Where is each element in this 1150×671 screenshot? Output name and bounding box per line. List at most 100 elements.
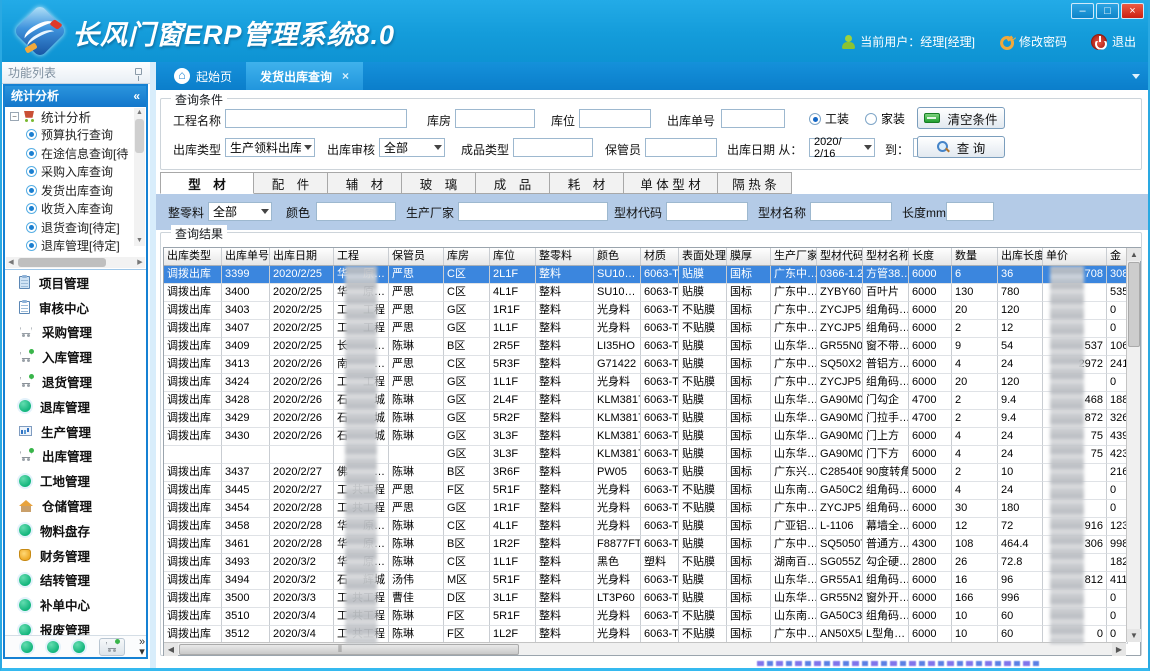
menu-item-退库管理[interactable]: 退库管理 bbox=[5, 394, 146, 419]
tree-item-4[interactable]: 发货出库查询 bbox=[5, 181, 146, 200]
menu-item-财务管理[interactable]: 财务管理 bbox=[5, 543, 146, 568]
material-tab-1[interactable]: 型 材 bbox=[160, 172, 254, 194]
hscroll-thumb[interactable] bbox=[179, 644, 519, 655]
location-input[interactable] bbox=[579, 109, 651, 128]
close-tab-icon[interactable]: × bbox=[342, 69, 349, 83]
radio-jiazhuang[interactable]: 家装 bbox=[865, 110, 905, 127]
material-tab-6[interactable]: 耗 材 bbox=[550, 172, 624, 194]
tree-vscroll-thumb[interactable] bbox=[135, 119, 144, 153]
date-from-select[interactable]: 2020/ 2/16 bbox=[809, 138, 875, 157]
scroll-left-icon[interactable]: ◀ bbox=[6, 257, 16, 268]
column-header[interactable]: 保管员 bbox=[389, 248, 444, 265]
menu-item-补单中心[interactable]: 补单中心 bbox=[5, 592, 146, 617]
minimize-button[interactable]: – bbox=[1071, 3, 1094, 19]
menu-item-报废管理[interactable]: 报废管理 bbox=[5, 617, 146, 635]
out-type-select[interactable]: 生产领料出库 bbox=[225, 138, 315, 157]
table-row[interactable]: 调拨出库34092020/2/25长…陈琳B区2R5F整料LI35HO6063-… bbox=[164, 338, 1128, 356]
search-button[interactable]: 查 询 bbox=[917, 136, 1005, 158]
scroll-down-icon[interactable]: ▼ bbox=[134, 236, 145, 246]
menu-item-工地管理[interactable]: 工地管理 bbox=[5, 468, 146, 493]
maximize-button[interactable]: □ bbox=[1096, 3, 1119, 19]
table-row[interactable]: 调拨出库35102020/3/4工共工程陈琳F区5R1F整料光身料6063-T5… bbox=[164, 608, 1128, 626]
column-header[interactable]: 出库单号 bbox=[222, 248, 270, 265]
table-row[interactable]: 调拨出库33992020/2/25华原…严思C区2L1F整料SU10…6063-… bbox=[164, 266, 1128, 284]
table-row[interactable]: 调拨出库34282020/2/26石城陈琳G区2L4F整料KLM38176063… bbox=[164, 392, 1128, 410]
scroll-up-icon[interactable]: ▲ bbox=[134, 108, 145, 118]
column-header[interactable]: 出库类型 bbox=[164, 248, 222, 265]
material-tab-8[interactable]: 隔 热 条 bbox=[718, 172, 792, 194]
column-header[interactable]: 单价 bbox=[1043, 248, 1107, 265]
table-row[interactable]: 调拨出库34302020/2/26石城陈琳G区3L3F整料KLM38176063… bbox=[164, 428, 1128, 446]
tab-shipment-query[interactable]: 发货出库查询 × bbox=[246, 62, 363, 90]
menu-item-入库管理[interactable]: 入库管理 bbox=[5, 344, 146, 369]
column-header[interactable]: 库位 bbox=[490, 248, 536, 265]
tree-item-3[interactable]: 采购入库查询 bbox=[5, 163, 146, 182]
warehouse-input[interactable] bbox=[455, 109, 535, 128]
radio-gongzhuang[interactable]: 工装 bbox=[809, 110, 849, 127]
tree-vertical-scrollbar[interactable]: ▲ ▼ bbox=[134, 108, 145, 246]
order-no-input[interactable] bbox=[721, 109, 785, 128]
column-header[interactable]: 库房 bbox=[444, 248, 490, 265]
table-row[interactable]: 调拨出库34242020/2/26工工程严思G区1L1F整料光身料6063-T5… bbox=[164, 374, 1128, 392]
tree-item-5[interactable]: 收货入库查询 bbox=[5, 200, 146, 219]
material-tab-4[interactable]: 玻 璃 bbox=[402, 172, 476, 194]
menu-item-生产管理[interactable]: 生产管理 bbox=[5, 419, 146, 444]
module-dot-icon[interactable] bbox=[47, 641, 59, 653]
tab-list-caret-icon[interactable] bbox=[1132, 74, 1140, 79]
column-header[interactable]: 长度 bbox=[909, 248, 952, 265]
menu-item-出库管理[interactable]: 出库管理 bbox=[5, 444, 146, 469]
table-vertical-scrollbar[interactable]: ▲ ▼ bbox=[1126, 248, 1140, 642]
column-header[interactable]: 生产厂家 bbox=[771, 248, 817, 265]
tree-item-6[interactable]: 退货查询[待定] bbox=[5, 218, 146, 237]
menu-item-采购管理[interactable]: 采购管理 bbox=[5, 320, 146, 345]
column-header[interactable]: 出库长度 bbox=[998, 248, 1043, 265]
menu-item-结转管理[interactable]: 结转管理 bbox=[5, 568, 146, 593]
profile-name-input[interactable] bbox=[810, 202, 892, 221]
menu-item-仓储管理[interactable]: 仓储管理 bbox=[5, 493, 146, 518]
module-dot-icon[interactable] bbox=[73, 641, 85, 653]
clear-conditions-button[interactable]: 清空条件 bbox=[917, 107, 1005, 129]
column-header[interactable]: 颜色 bbox=[594, 248, 641, 265]
scroll-right-icon[interactable]: ▶ bbox=[1112, 643, 1126, 656]
change-password-button[interactable]: 修改密码 bbox=[999, 33, 1067, 50]
table-row[interactable]: 调拨出库34942020/3/2石辉城汤伟M区5R1F整料光身料6063-T5贴… bbox=[164, 572, 1128, 590]
module-dot-icon[interactable] bbox=[21, 641, 33, 653]
collapse-icon[interactable]: « bbox=[133, 86, 140, 107]
scroll-right-icon[interactable]: ▶ bbox=[135, 257, 145, 268]
logout-button[interactable]: 退出 bbox=[1091, 33, 1136, 50]
column-header[interactable]: 整零料 bbox=[536, 248, 594, 265]
vscroll-thumb[interactable] bbox=[1128, 262, 1140, 347]
tree-item-7[interactable]: 退库管理[待定] bbox=[5, 237, 146, 256]
table-row[interactable]: 调拨出库34582020/2/28华原…陈琳C区4L1F整料光身料6063-T5… bbox=[164, 518, 1128, 536]
tree-item-2[interactable]: 在途信息查询[待 bbox=[5, 144, 146, 163]
audit-select[interactable]: 全部 bbox=[379, 138, 445, 157]
tree-horizontal-scrollbar[interactable]: ◀ ▶ bbox=[6, 257, 145, 268]
tab-home[interactable]: ⌂ 起始页 bbox=[160, 62, 246, 90]
table-row[interactable]: 调拨出库34452020/2/27工共工程严思F区5R1F整料光身料6063-T… bbox=[164, 482, 1128, 500]
manufacturer-input[interactable] bbox=[458, 202, 608, 221]
menu-item-项目管理[interactable]: 项目管理 bbox=[5, 270, 146, 295]
table-row[interactable]: 调拨出库35002020/3/3工共工程曹佳D区3L1F整料LT3P606063… bbox=[164, 590, 1128, 608]
table-row[interactable]: G区3L3F整料KLM38176063-T5贴膜国标山东华…GA90M09.门下… bbox=[164, 446, 1128, 464]
length-input[interactable] bbox=[946, 202, 994, 221]
menu-item-退货管理[interactable]: 退货管理 bbox=[5, 369, 146, 394]
scroll-left-icon[interactable]: ◀ bbox=[164, 643, 178, 656]
pin-icon[interactable] bbox=[135, 68, 142, 75]
table-row[interactable]: 调拨出库34372020/2/27佛…陈琳B区3R6F整料PW056063-T5… bbox=[164, 464, 1128, 482]
column-header[interactable]: 金 bbox=[1107, 248, 1128, 265]
menu-item-物料盘存[interactable]: 物料盘存 bbox=[5, 518, 146, 543]
tree-hscroll-thumb[interactable] bbox=[18, 258, 106, 267]
sidebar-group-statistics[interactable]: 统计分析 « bbox=[5, 86, 146, 107]
column-header[interactable]: 型材名称 bbox=[863, 248, 909, 265]
expander-icon[interactable]: − bbox=[10, 112, 19, 121]
column-header[interactable]: 工程 bbox=[334, 248, 389, 265]
color-input[interactable] bbox=[316, 202, 396, 221]
scroll-up-icon[interactable]: ▲ bbox=[1127, 248, 1141, 261]
more-modules-button[interactable]: »▾ bbox=[139, 637, 145, 657]
column-header[interactable]: 表面处理 bbox=[679, 248, 727, 265]
table-row[interactable]: 调拨出库34002020/2/25华原…严思C区4L1F整料SU10…6063-… bbox=[164, 284, 1128, 302]
column-header[interactable]: 膜厚 bbox=[727, 248, 771, 265]
close-button[interactable]: × bbox=[1121, 3, 1144, 19]
project-name-input[interactable] bbox=[225, 109, 407, 128]
table-row[interactable]: 调拨出库34932020/3/2华原…陈琳C区1L1F整料黑色塑料不贴膜国标湖南… bbox=[164, 554, 1128, 572]
